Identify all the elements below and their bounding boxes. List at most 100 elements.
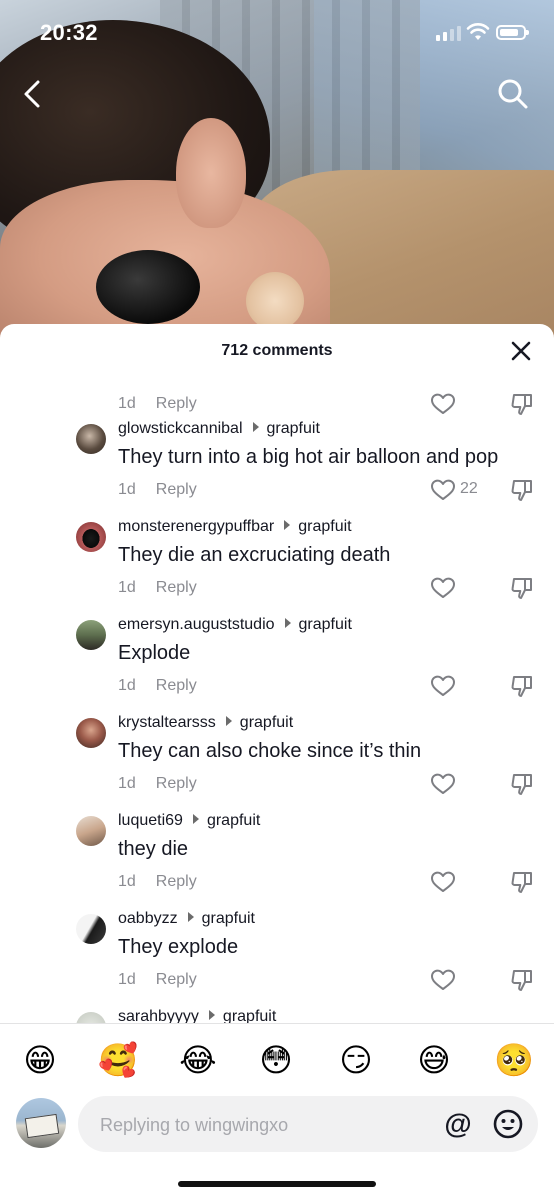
reply-arrow-icon (192, 814, 199, 824)
reply-arrow-icon (187, 912, 194, 922)
reply-arrow-icon (208, 1010, 215, 1020)
emoji-picker-icon[interactable] (492, 1108, 524, 1140)
comment-age: 1d (118, 775, 136, 792)
reply-button[interactable]: Reply (156, 873, 197, 890)
comment-age: 1d (118, 395, 136, 412)
comment-text: They explode (118, 936, 239, 958)
comment-input[interactable] (98, 1096, 422, 1154)
comment-author[interactable]: oabbyzz grapfuit (118, 910, 255, 928)
comment-item: oabbyzz grapfuit They explode 1d Reply (0, 910, 554, 1008)
dislike-icon[interactable] (510, 478, 534, 502)
comment-text: They die an excruciating death (118, 544, 391, 566)
comment-meta: 1d Reply (118, 873, 197, 891)
heart-icon[interactable] (430, 674, 456, 698)
composer-divider (0, 1023, 554, 1024)
dislike-icon[interactable] (510, 576, 534, 600)
reply-arrow-icon (252, 422, 259, 432)
comment-author[interactable]: luqueti69 grapfuit (118, 812, 260, 830)
dislike-icon[interactable] (510, 772, 534, 796)
avatar[interactable] (76, 424, 106, 454)
mention-button[interactable]: @ (442, 1108, 474, 1140)
heart-icon[interactable] (430, 478, 456, 502)
comment-author[interactable]: glowstickcannibal grapfuit (118, 420, 320, 438)
emoji-quick-bar: 😁 🥰 😂 😳 😏 😅 🥺 (0, 1034, 554, 1086)
avatar[interactable] (76, 522, 106, 552)
heart-icon[interactable] (430, 870, 456, 894)
avatar[interactable] (76, 816, 106, 846)
emoji-sweat-smile[interactable]: 😅 (414, 1040, 454, 1080)
comment-author[interactable]: sarahbyyyy grapfuit (118, 1008, 276, 1024)
status-bar: 20:32 (0, 0, 554, 60)
comments-count: 712 comments (221, 342, 333, 359)
reply-arrow-icon (284, 520, 291, 530)
dislike-icon[interactable] (510, 392, 534, 416)
comment-age: 1d (118, 579, 136, 596)
comment-meta: 1d Reply (118, 677, 197, 695)
emoji-flushed[interactable]: 😳 (256, 1040, 296, 1080)
comment-input-box[interactable]: @ (78, 1096, 538, 1154)
reply-button[interactable]: Reply (156, 481, 197, 498)
wifi-icon (466, 23, 490, 40)
comment-item: emersyn.auguststudio grapfuit Explode 1d R… (0, 616, 554, 714)
comment-item: krystaltearsss grapfuit They can also cho… (0, 714, 554, 812)
reply-button[interactable]: Reply (156, 579, 197, 596)
close-icon[interactable] (508, 338, 534, 364)
comments-list[interactable]: 1d Reply glowstickcannibal grapfuit They t… (0, 378, 554, 1024)
dislike-icon[interactable] (510, 674, 534, 698)
comment-author[interactable]: krystaltearsss grapfuit (118, 714, 293, 732)
comment-age: 1d (118, 481, 136, 498)
comment-meta: 1d Reply (118, 775, 197, 793)
avatar[interactable] (76, 718, 106, 748)
comment-text: They can also choke since it’s thin (118, 740, 422, 762)
heart-icon[interactable] (430, 772, 456, 796)
comment-age: 1d (118, 971, 136, 988)
ear (176, 118, 246, 228)
comment-meta: 1d Reply (118, 971, 197, 989)
emoji-smiling-hearts[interactable]: 🥰 (98, 1040, 138, 1080)
emoji-pleading[interactable]: 🥺 (494, 1040, 534, 1080)
comment-text: they die (118, 838, 189, 860)
reply-arrow-icon (284, 618, 291, 628)
reply-arrow-icon (225, 716, 232, 726)
my-avatar (16, 1098, 66, 1148)
cellular-signal-icon (436, 26, 461, 41)
heart-icon[interactable] (430, 392, 456, 416)
comment-item: luqueti69 grapfuit they die 1d Reply (0, 812, 554, 910)
comment-age: 1d (118, 873, 136, 890)
reply-button[interactable]: Reply (156, 677, 197, 694)
emoji-grinning[interactable]: 😁 (20, 1040, 60, 1080)
avatar[interactable] (76, 914, 106, 944)
comment-text: They turn into a big hot air balloon and… (118, 446, 499, 468)
comment-item: sarahbyyyy grapfuit (0, 1008, 554, 1024)
dislike-icon[interactable] (510, 968, 534, 992)
home-indicator (178, 1181, 376, 1187)
heart-icon[interactable] (430, 576, 456, 600)
reply-button[interactable]: Reply (156, 775, 197, 792)
emoji-smirk[interactable]: 😏 (336, 1040, 376, 1080)
reply-button[interactable]: Reply (156, 971, 197, 988)
heart-icon[interactable] (430, 968, 456, 992)
back-button[interactable] (18, 76, 48, 112)
emoji-joy[interactable]: 😂 (178, 1040, 218, 1080)
dislike-icon[interactable] (510, 870, 534, 894)
comment-author[interactable]: monsterenergypuffbar grapfuit (118, 518, 352, 536)
like-count: 22 (460, 480, 478, 497)
rose-brooch (246, 272, 304, 330)
comment-item: monsterenergypuffbar grapfuit They die an… (0, 518, 554, 616)
comment-text: Explode (118, 642, 191, 664)
reply-button[interactable]: Reply (156, 395, 197, 412)
sunglasses (96, 250, 200, 324)
comment-meta: 1d Reply (118, 579, 197, 597)
comment-author[interactable]: emersyn.auguststudio grapfuit (118, 616, 352, 634)
comment-age: 1d (118, 677, 136, 694)
comment-composer: @ (0, 1096, 554, 1156)
comment-item: glowstickcannibal grapfuit They turn into… (0, 420, 554, 518)
comments-sheet: 712 comments 1d Reply glowstickcannibal gr… (0, 324, 554, 1200)
comment-meta: 1d Reply (118, 395, 197, 413)
clock: 20:32 (40, 20, 98, 45)
avatar[interactable] (76, 620, 106, 650)
search-button[interactable] (494, 76, 530, 112)
comment-meta: 1d Reply (118, 481, 197, 499)
battery-icon (496, 25, 529, 40)
comments-header: 712 comments (0, 324, 554, 378)
